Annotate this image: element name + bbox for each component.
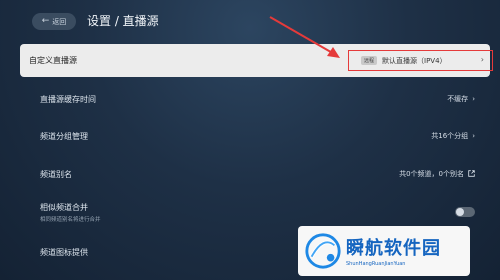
watermark: 瞬航软件园 ShunHangRuanJianYuan — [298, 226, 470, 276]
watermark-text: 瞬航软件园 — [346, 238, 441, 259]
watermark-subtext: ShunHangRuanJianYuan — [346, 261, 406, 267]
watermark-logo-icon — [305, 233, 341, 269]
